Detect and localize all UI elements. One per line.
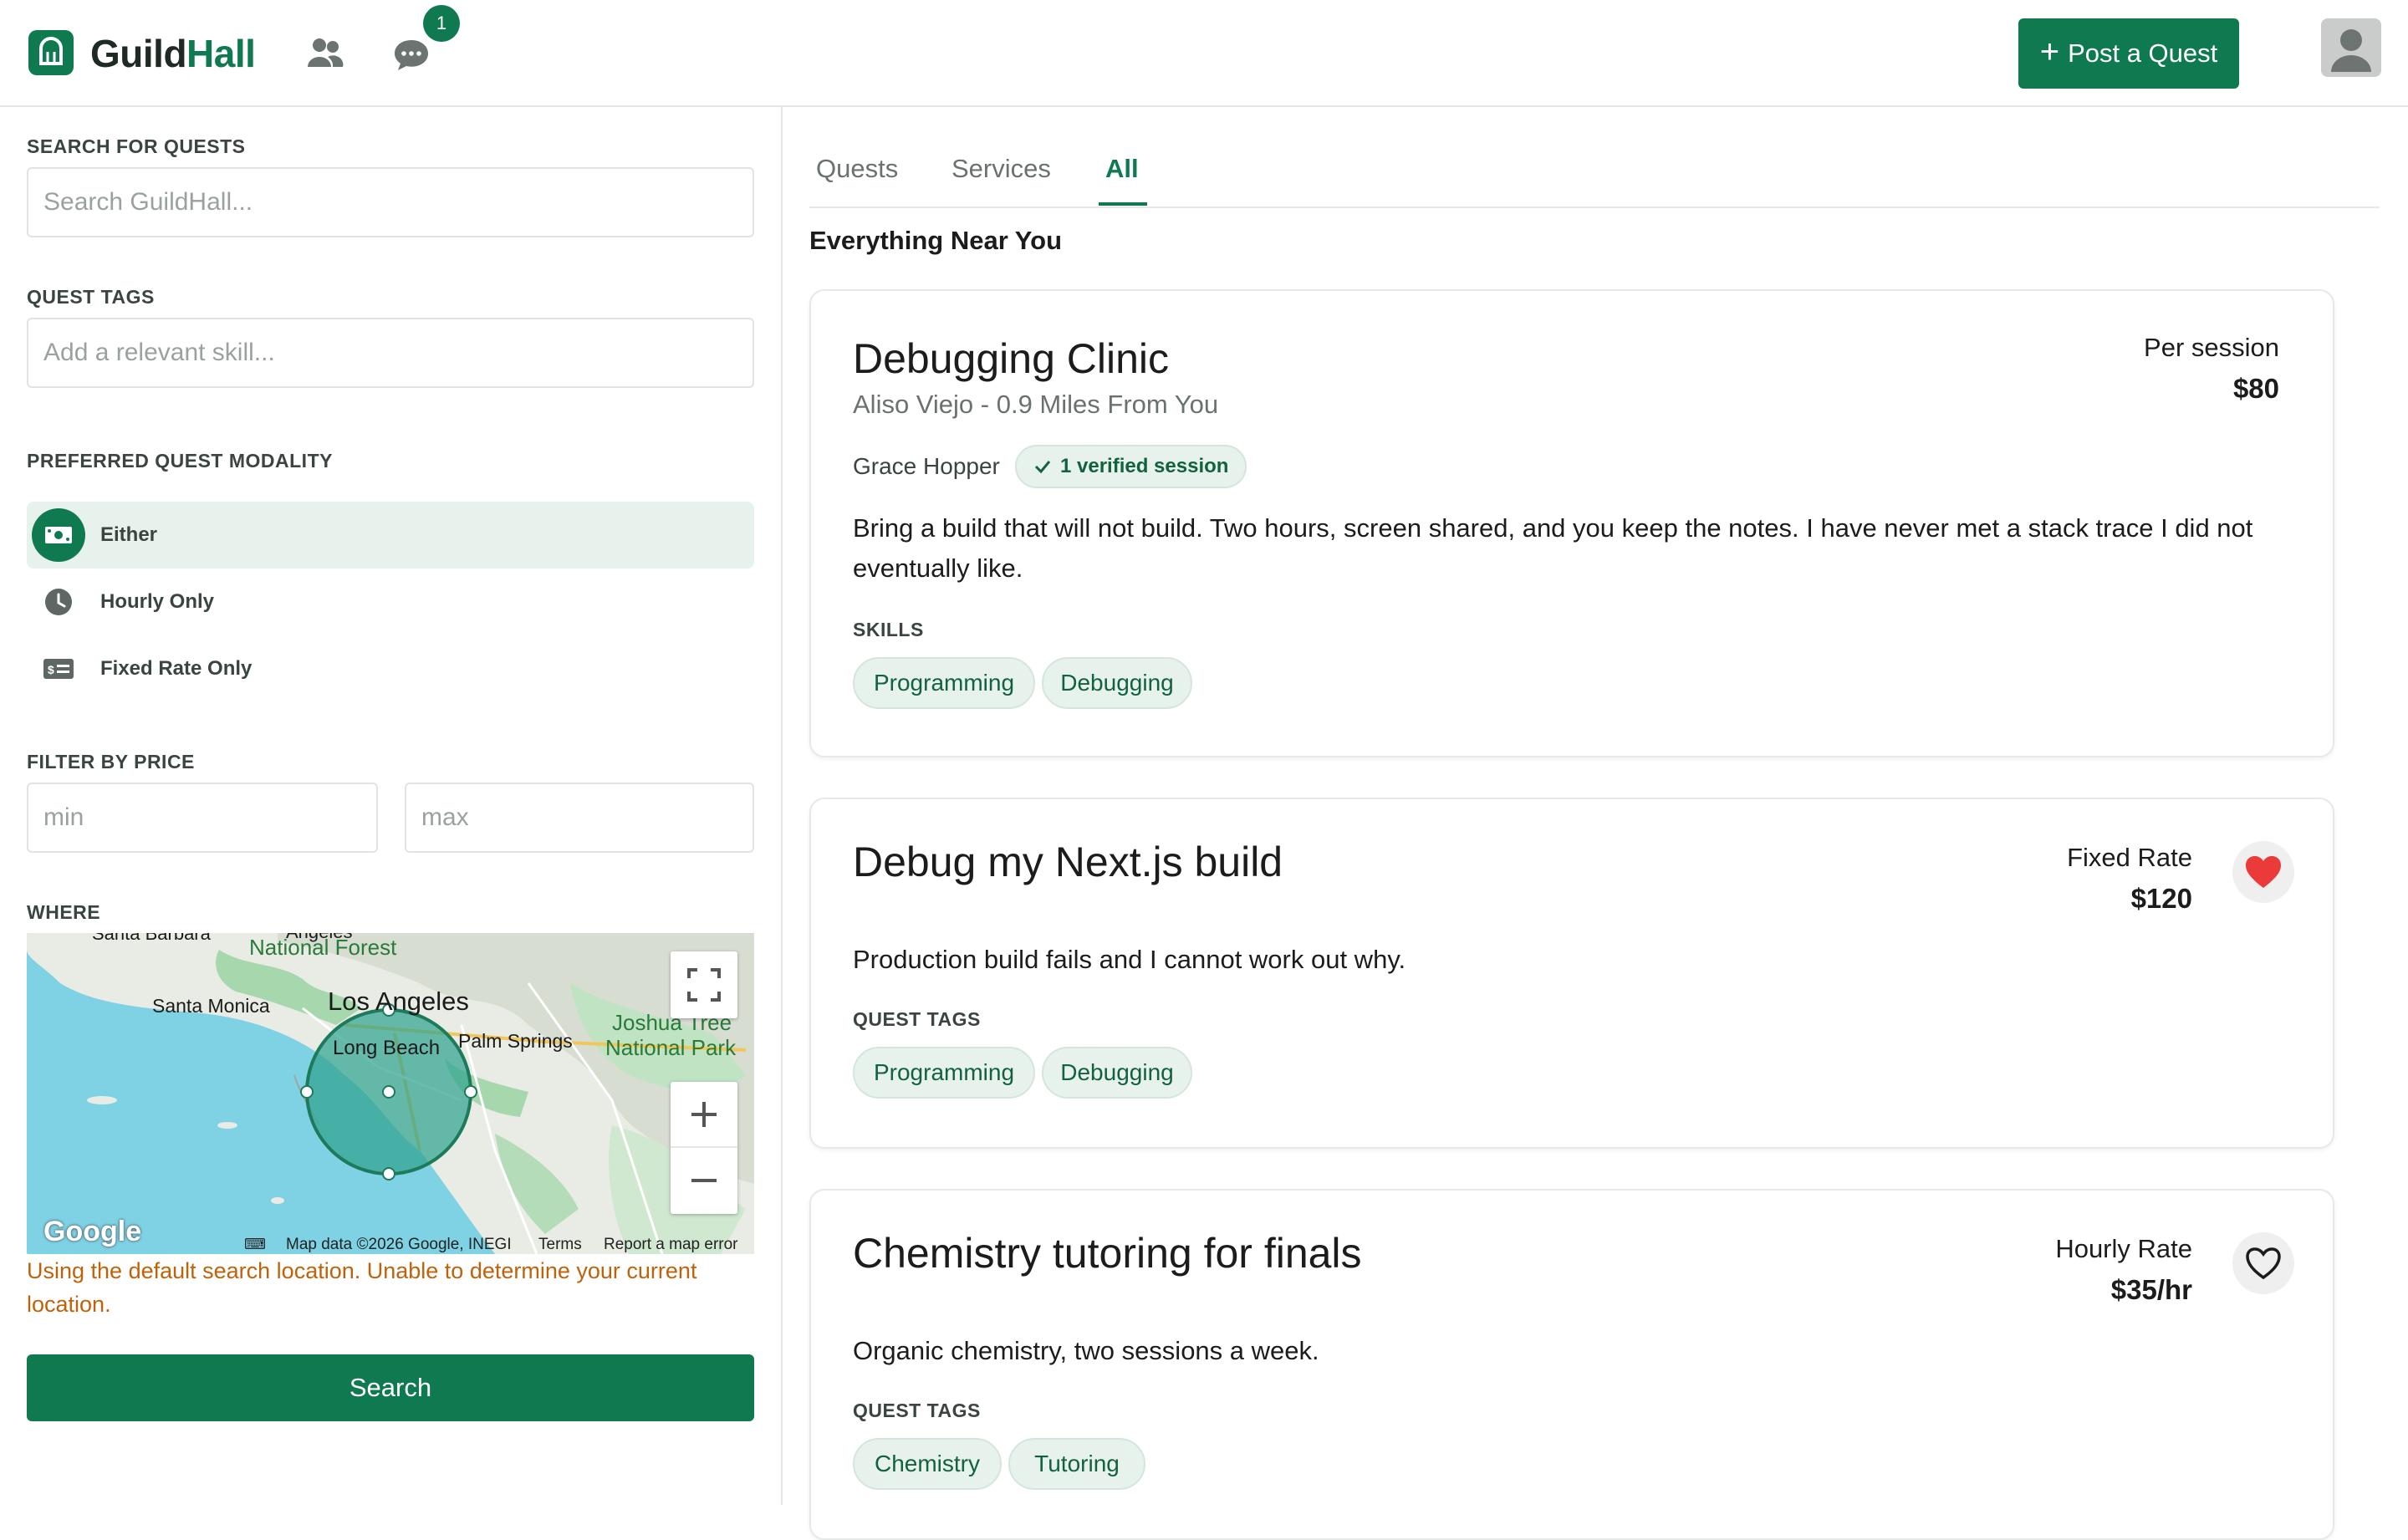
money-icon [32, 508, 85, 562]
chat-icon[interactable] [393, 37, 430, 76]
minus-icon [691, 1179, 717, 1182]
receipt-icon: $ [32, 642, 85, 696]
clock-icon [32, 575, 85, 629]
card-title[interactable]: Chemistry tutoring for finals [853, 1229, 1362, 1277]
map-attribution-bar: ⌨ Map data ©2026 Google, INEGI Terms Rep… [27, 1236, 754, 1254]
listing-card[interactable]: Chemistry tutoring for finals Organic ch… [809, 1189, 2334, 1540]
tags-label: QUEST TAGS [27, 286, 155, 308]
search-button[interactable]: Search [27, 1354, 754, 1421]
people-icon[interactable] [304, 35, 344, 76]
card-tags-label: SKILLS [853, 619, 924, 640]
map-fullscreen-button[interactable] [671, 951, 737, 1018]
top-header: GuildHall 1 + Post a Quest [0, 0, 2408, 107]
map-label-santa-monica: Santa Monica [152, 995, 270, 1017]
map-label-long-beach: Long Beach [333, 1037, 441, 1059]
map-label-palm-springs: Palm Springs [458, 1030, 573, 1052]
tag-chip[interactable]: Chemistry [853, 1438, 1002, 1490]
map-label-joshua-tree-2: National Park [605, 1035, 737, 1060]
section-title: Everything Near You [809, 226, 1063, 255]
post-quest-button[interactable]: + Post a Quest [2018, 18, 2239, 89]
listing-card[interactable]: Debug my Next.js build Production build … [809, 798, 2334, 1149]
map-label-santa-barbara: Santa Barbara [92, 933, 211, 944]
tab-services[interactable]: Services [951, 154, 1051, 184]
price-type: Fixed Rate [2067, 843, 2192, 872]
tag-chip[interactable]: Programming [853, 1047, 1035, 1099]
fullscreen-icon [687, 968, 721, 1002]
map-label-los-angeles: Los Angeles [328, 987, 469, 1016]
modality-option-fixed[interactable]: $ Fixed Rate Only [27, 635, 754, 702]
plus-icon: + [2039, 33, 2060, 70]
search-input[interactable]: Search GuildHall... [27, 167, 754, 237]
modality-option-either[interactable]: Either [27, 502, 754, 569]
tab-all[interactable]: All [1105, 154, 1139, 184]
tabs-divider [809, 207, 2380, 208]
active-tab-indicator [1099, 202, 1147, 206]
guildhall-logo-icon[interactable] [28, 30, 74, 75]
modality-option-hourly[interactable]: Hourly Only [27, 569, 754, 635]
map-label-forest: National Forest [249, 935, 397, 960]
map-terrain [27, 933, 754, 1254]
location-warning: Using the default search location. Unabl… [27, 1258, 697, 1317]
listing-card[interactable]: Debugging Clinic Aliso Viejo - 0.9 Miles… [809, 289, 2334, 757]
card-description: Organic chemistry, two sessions a week. [853, 1336, 1319, 1365]
heart-outline-icon [2246, 1247, 2281, 1280]
card-description: Bring a build that will not build. Two h… [853, 513, 2253, 583]
check-icon [1034, 461, 1051, 474]
tab-quests[interactable]: Quests [816, 154, 898, 184]
provider-name[interactable]: Grace Hopper [853, 453, 1000, 480]
where-label: WHERE [27, 901, 101, 923]
svg-text:$: $ [48, 663, 54, 676]
map-report-link[interactable]: Report a map error [604, 1236, 738, 1254]
user-avatar[interactable] [2321, 18, 2381, 77]
card-description: Production build fails and I cannot work… [853, 945, 1406, 974]
price-max-input[interactable]: max [405, 783, 754, 853]
card-location: Aliso Viejo - 0.9 Miles From You [853, 390, 1219, 419]
card-title[interactable]: Debugging Clinic [853, 334, 1169, 383]
price-value: $120 [2130, 883, 2192, 914]
map-zoom-controls [671, 1082, 737, 1214]
tag-chip[interactable]: Tutoring [1008, 1438, 1145, 1490]
messages-badge: 1 [423, 5, 460, 42]
price-type: Hourly Rate [2055, 1234, 2192, 1263]
card-tags-label: QUEST TAGS [853, 1400, 981, 1421]
price-value: $35/hr [2110, 1274, 2192, 1305]
tags-input[interactable]: Add a relevant skill... [27, 318, 754, 388]
brand-name[interactable]: GuildHall [90, 28, 256, 79]
favorite-button[interactable] [2232, 841, 2294, 903]
verified-badge: 1 verified session [1015, 445, 1247, 488]
price-type: Per session [2144, 333, 2279, 362]
skill-chip[interactable]: Programming [853, 657, 1035, 709]
plus-icon [691, 1102, 717, 1127]
favorite-button[interactable] [2232, 1232, 2294, 1294]
location-map[interactable]: Santa Barbara Angeles National Forest Sa… [27, 933, 754, 1254]
price-value: $80 [2232, 373, 2279, 404]
search-label: SEARCH FOR QUESTS [27, 135, 246, 157]
price-min-input[interactable]: min [27, 783, 378, 853]
modality-label: PREFERRED QUEST MODALITY [27, 450, 333, 472]
map-data-text: Map data ©2026 Google, INEGI [286, 1236, 512, 1253]
map-terms-link[interactable]: Terms [538, 1236, 582, 1254]
zoom-in-button[interactable] [671, 1083, 737, 1148]
price-label: FILTER BY PRICE [27, 751, 195, 773]
tag-chip[interactable]: Debugging [1042, 1047, 1192, 1099]
skill-chip[interactable]: Debugging [1042, 657, 1192, 709]
keyboard-icon[interactable]: ⌨ [244, 1236, 266, 1253]
zoom-out-button[interactable] [671, 1148, 737, 1213]
card-tags-label: QUEST TAGS [853, 1008, 981, 1030]
heart-filled-icon [2246, 856, 2281, 888]
card-title[interactable]: Debug my Next.js build [853, 838, 1283, 886]
